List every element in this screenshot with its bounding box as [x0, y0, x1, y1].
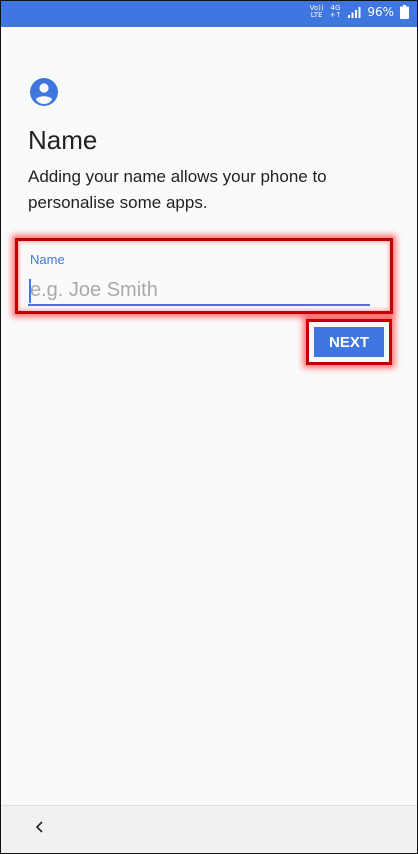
volte-indicator: Vo)) LTE	[310, 5, 324, 19]
back-button[interactable]	[27, 816, 53, 842]
chevron-left-icon	[34, 820, 46, 839]
bottom-navigation-bar	[1, 805, 417, 853]
name-field-label: Name	[30, 252, 65, 267]
phone-screen: Vo)) LTE 4G +↑ 96% Name Adding your name…	[0, 0, 418, 854]
page-title: Name	[28, 125, 98, 155]
text-cursor	[29, 279, 31, 303]
next-button[interactable]: NEXT	[314, 327, 384, 357]
name-field-highlight: Name	[15, 238, 393, 314]
status-bar: Vo)) LTE 4G +↑ 96%	[1, 1, 417, 27]
status-icons: Vo)) LTE 4G +↑ 96%	[310, 5, 409, 19]
battery-percent: 96%	[367, 5, 394, 19]
network-activity-text: +↑	[329, 11, 342, 19]
account-circle-icon	[29, 77, 59, 107]
signal-strength-icon	[347, 6, 361, 18]
network-indicator: 4G +↑	[330, 5, 342, 19]
volte-bottom-text: LTE	[310, 11, 323, 19]
next-button-highlight: NEXT	[306, 319, 392, 365]
battery-icon	[400, 5, 409, 19]
name-input[interactable]	[28, 276, 370, 306]
page-description: Adding your name allows your phone to pe…	[28, 167, 327, 212]
